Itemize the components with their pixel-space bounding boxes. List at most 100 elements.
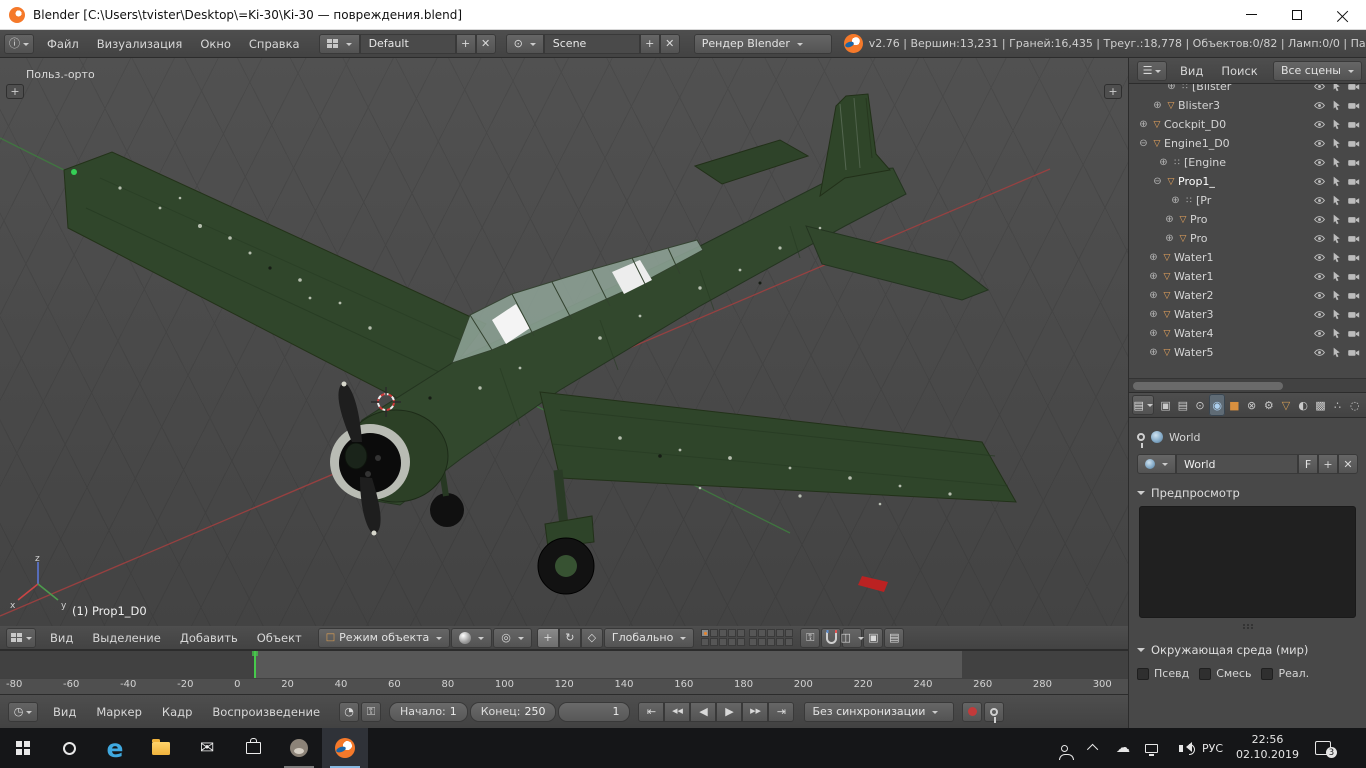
renderable-camera-icon[interactable] (1347, 194, 1360, 207)
tab-world[interactable]: ◉ (1209, 394, 1225, 416)
expand-icon[interactable]: ⊕ (1147, 328, 1160, 339)
selectable-cursor-icon[interactable] (1330, 213, 1343, 226)
scale-manipulator-button[interactable]: ◇ (581, 628, 603, 648)
selectable-cursor-icon[interactable] (1330, 346, 1343, 359)
tab-physics[interactable]: ◌ (1347, 394, 1363, 416)
new-world-button[interactable]: + (1318, 454, 1338, 474)
outliner-item[interactable]: ⊕ ▽ Water1 (1129, 248, 1366, 267)
visibility-eye-icon[interactable] (1313, 156, 1326, 169)
layout-name-field[interactable]: Default (360, 34, 456, 54)
outliner-item[interactable]: ⊕ ∷ [Pr (1129, 191, 1366, 210)
menu-marker[interactable]: Маркер (87, 702, 151, 722)
play-reverse-button[interactable]: ◀ (690, 702, 716, 722)
renderable-camera-icon[interactable] (1347, 251, 1360, 264)
selectable-cursor-icon[interactable] (1330, 289, 1343, 302)
scene-name-field[interactable]: Scene (544, 34, 640, 54)
search-button[interactable] (46, 728, 92, 768)
tab-render[interactable]: ▣ (1157, 394, 1173, 416)
editor-type-button[interactable]: ⓘ (4, 34, 34, 54)
fake-user-button[interactable]: F (1298, 454, 1318, 474)
visibility-eye-icon[interactable] (1313, 137, 1326, 150)
jump-to-start-button[interactable]: ⇤ (638, 702, 664, 722)
outliner-item[interactable]: ⊕ ▽ Pro (1129, 210, 1366, 229)
outliner-item[interactable]: ⊕ ▽ Water5 (1129, 343, 1366, 362)
edge-taskbar-button[interactable]: e (92, 728, 138, 768)
onedrive-tray-button[interactable]: ☁ (1115, 741, 1131, 755)
selectable-cursor-icon[interactable] (1330, 118, 1343, 131)
tab-material[interactable]: ◐ (1295, 394, 1311, 416)
expand-icon[interactable]: ⊕ (1147, 252, 1160, 263)
outliner-scope-select[interactable]: Все сцены (1273, 61, 1362, 81)
selectable-cursor-icon[interactable] (1330, 270, 1343, 283)
clock-widget[interactable]: 22:56 02.10.2019 (1236, 733, 1299, 763)
outliner-item[interactable]: ⊕ ▽ Water2 (1129, 286, 1366, 305)
editor-type-button[interactable] (6, 628, 36, 648)
expand-icon[interactable]: ⊕ (1157, 157, 1170, 168)
expand-icon[interactable]: ⊕ (1165, 84, 1178, 92)
collapse-icon[interactable]: ⊖ (1151, 176, 1164, 187)
expand-icon[interactable]: ⊕ (1163, 214, 1176, 225)
maximize-button[interactable] (1274, 0, 1320, 30)
renderable-camera-icon[interactable] (1347, 308, 1360, 321)
menu-view[interactable]: Вид (44, 702, 85, 722)
renderable-camera-icon[interactable] (1347, 118, 1360, 131)
current-frame-field[interactable]: 1 (558, 702, 630, 722)
opengl-render-anim-button[interactable]: ▤ (884, 628, 904, 648)
visibility-eye-icon[interactable] (1313, 194, 1326, 207)
visibility-eye-icon[interactable] (1313, 327, 1326, 340)
menu-object[interactable]: Объект (248, 628, 311, 648)
scrollbar-thumb[interactable] (1133, 382, 1283, 390)
snap-toggle-button[interactable] (821, 628, 841, 648)
mail-button[interactable]: ✉ (184, 728, 230, 768)
visibility-eye-icon[interactable] (1313, 232, 1326, 245)
layout-add-button[interactable]: + (456, 34, 476, 54)
visibility-eye-icon[interactable] (1313, 213, 1326, 226)
outliner-item[interactable]: ⊕ ▽ Water3 (1129, 305, 1366, 324)
store-button[interactable] (230, 728, 276, 768)
renderable-camera-icon[interactable] (1347, 289, 1360, 302)
lock-range-button[interactable]: ⚿ (361, 702, 381, 722)
auto-keyframe-button[interactable] (962, 702, 982, 722)
tab-object[interactable]: ■ (1226, 394, 1242, 416)
translate-manipulator-button[interactable]: + (537, 628, 559, 648)
selectable-cursor-icon[interactable] (1330, 232, 1343, 245)
menu-window[interactable]: Окно (191, 34, 240, 54)
visibility-eye-icon[interactable] (1313, 99, 1326, 112)
use-preview-range-button[interactable]: ◔ (339, 702, 359, 722)
renderable-camera-icon[interactable] (1347, 213, 1360, 226)
unlink-world-button[interactable]: ✕ (1338, 454, 1358, 474)
outliner-item[interactable]: ⊖ ▽ Engine1_D0 (1129, 134, 1366, 153)
outliner-item[interactable]: ⊕ ▽ Water1 (1129, 267, 1366, 286)
selectable-cursor-icon[interactable] (1330, 137, 1343, 150)
outliner-item[interactable]: ⊕ ▽ Water4 (1129, 324, 1366, 343)
visibility-eye-icon[interactable] (1313, 251, 1326, 264)
transform-orientation-select[interactable]: Глобально (604, 628, 694, 648)
file-explorer-button[interactable] (138, 728, 184, 768)
preview-panel-header[interactable]: Предпросмотр (1137, 482, 1358, 504)
render-engine-select[interactable]: Рендер Blender (694, 34, 832, 54)
tab-object-data[interactable]: ▽ (1278, 394, 1294, 416)
world-browse-button[interactable] (1137, 454, 1176, 474)
renderable-camera-icon[interactable] (1347, 99, 1360, 112)
expand-icon[interactable]: ⊕ (1169, 195, 1182, 206)
menu-view[interactable]: Вид (41, 628, 82, 648)
selectable-cursor-icon[interactable] (1330, 251, 1343, 264)
selectable-cursor-icon[interactable] (1330, 194, 1343, 207)
scene-delete-button[interactable]: ✕ (660, 34, 680, 54)
collapse-icon[interactable]: ⊖ (1137, 138, 1150, 149)
renderable-camera-icon[interactable] (1347, 232, 1360, 245)
next-keyframe-button[interactable]: ▶▶ (742, 702, 768, 722)
lock-to-scene-button[interactable]: ⚿ (800, 628, 820, 648)
user-tray-button[interactable] (1057, 745, 1073, 752)
selectable-cursor-icon[interactable] (1330, 308, 1343, 321)
checkbox-paper-sky[interactable]: Псевд (1137, 667, 1189, 680)
environment-panel-header[interactable]: Окружающая среда (мир) (1137, 639, 1358, 661)
outliner-item[interactable]: ⊕ ∷ [Engine (1129, 153, 1366, 172)
toolshelf-expand-button[interactable]: + (6, 84, 24, 99)
tab-scene[interactable]: ⊙ (1192, 394, 1208, 416)
tab-render-layers[interactable]: ▤ (1175, 394, 1191, 416)
expand-icon[interactable]: ⊕ (1151, 100, 1164, 111)
outliner-horizontal-scrollbar[interactable] (1129, 378, 1366, 392)
snap-element-button[interactable]: ◫ (842, 628, 862, 648)
gimp-taskbar-button[interactable] (276, 728, 322, 768)
